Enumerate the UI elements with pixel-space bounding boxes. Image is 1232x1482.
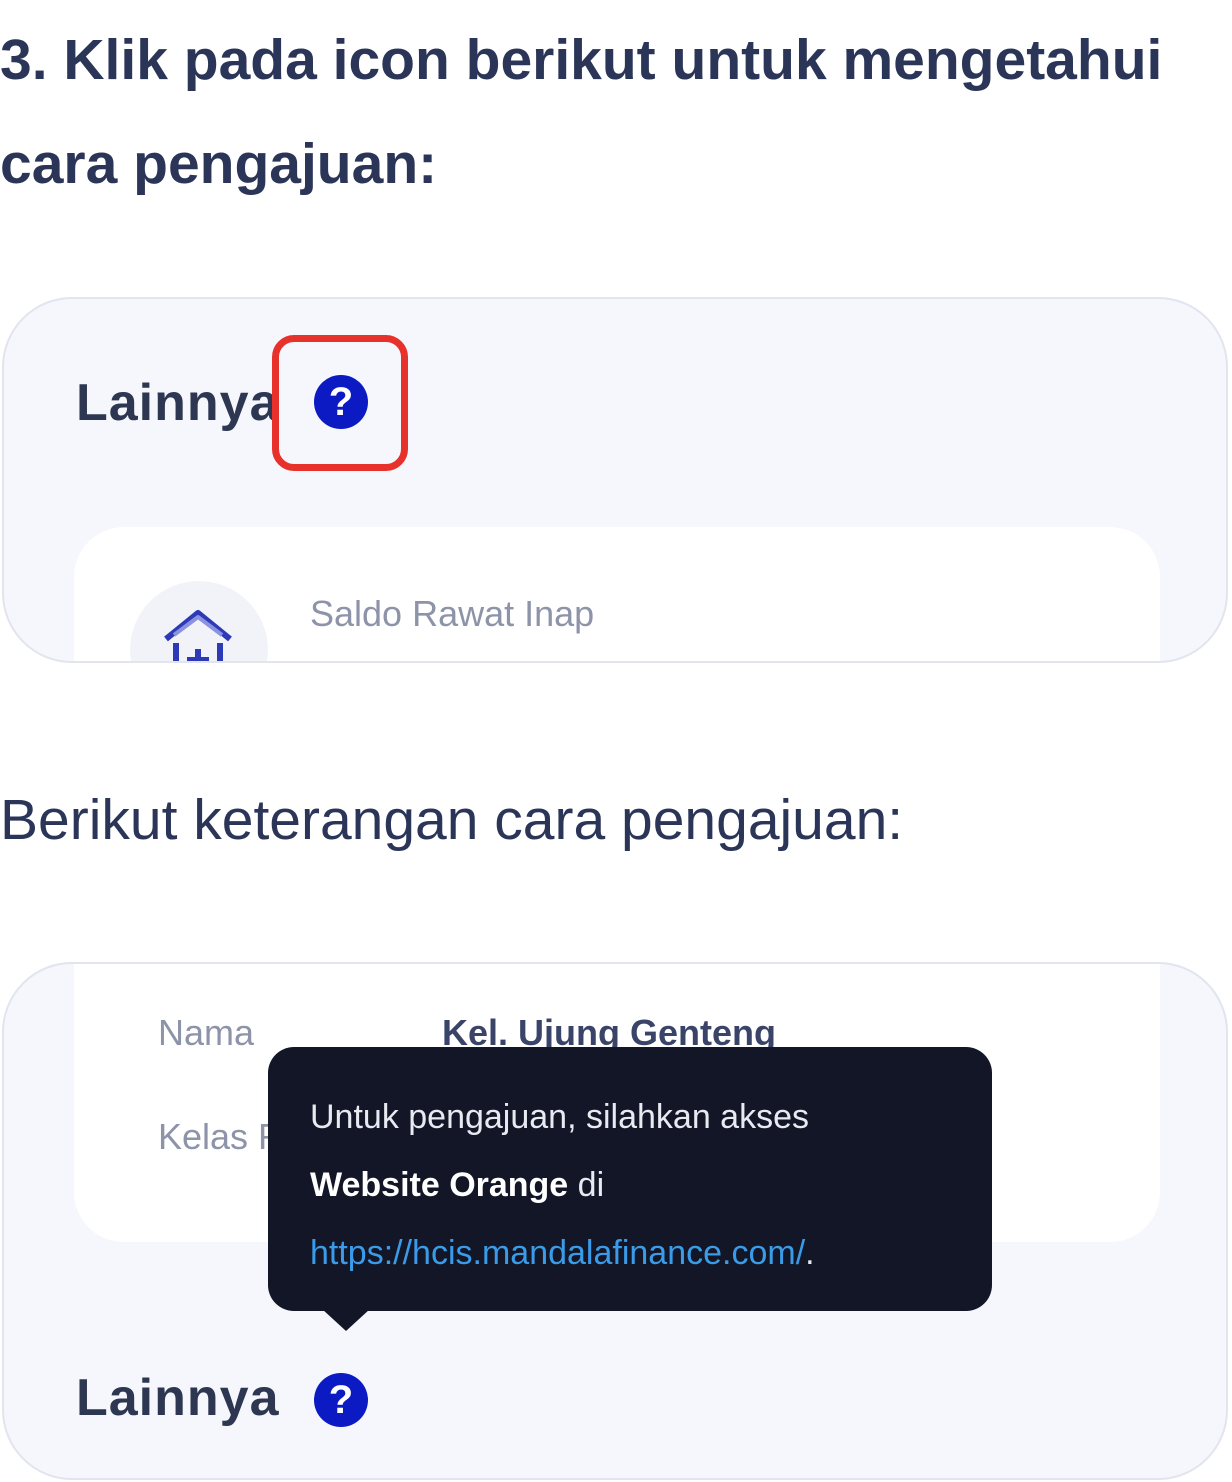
section-title-lainnya: Lainnya xyxy=(76,374,280,432)
tooltip-line-3: https://hcis.mandalafinance.com/. xyxy=(310,1219,992,1287)
nama-label: Nama xyxy=(158,1012,255,1053)
tooltip-line-2: Website Orange di xyxy=(310,1151,992,1219)
screenshot-tooltip-example: Nama Kel. Ujung Genteng Kelas R Untuk pe… xyxy=(2,962,1228,1480)
section-title-lainnya: Lainnya xyxy=(76,1369,280,1427)
description-text: Berikut keterangan cara pengajuan: xyxy=(0,788,904,852)
help-tooltip: Untuk pengajuan, silahkan akses Website … xyxy=(268,1047,992,1311)
benefit-card[interactable]: Saldo Rawat Inap xyxy=(74,527,1160,661)
highlight-box xyxy=(272,335,408,471)
help-icon-glyph: ? xyxy=(328,1378,354,1422)
step-heading: 3. Klik pada icon berikut untuk mengetah… xyxy=(0,28,1163,196)
tooltip-line-1: Untuk pengajuan, silahkan akses xyxy=(310,1098,809,1136)
kelas-label: Kelas R xyxy=(158,1116,285,1157)
tooltip-arrow xyxy=(322,1309,370,1331)
tooltip-bold-text: Website Orange xyxy=(310,1166,569,1204)
tooltip-link[interactable]: https://hcis.mandalafinance.com/ xyxy=(310,1234,805,1272)
tooltip-after-link: . xyxy=(805,1234,815,1272)
tooltip-after-bold: di xyxy=(568,1166,605,1204)
help-icon[interactable]: ? xyxy=(314,1373,368,1427)
saldo-rawat-inap-label: Saldo Rawat Inap xyxy=(310,593,595,634)
screenshot-lainnya-section: Lainnya ? Saldo Rawat Inap xyxy=(2,297,1228,663)
house-medical-icon xyxy=(130,581,268,661)
